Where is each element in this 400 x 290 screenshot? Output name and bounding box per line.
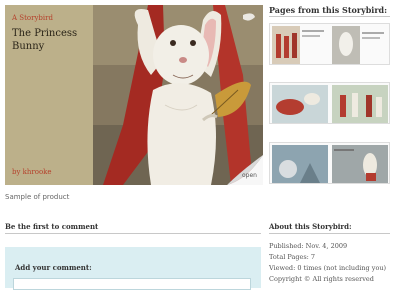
view-count: Viewed: 0 times (not including you) <box>269 264 387 272</box>
add-comment-label: Add your comment: <box>15 263 92 272</box>
comment-form: Add your comment: <box>5 247 261 290</box>
page-thumbnail[interactable] <box>269 142 390 184</box>
comment-input[interactable] <box>13 278 251 290</box>
page-spread-image <box>270 24 389 64</box>
page-spread-image <box>270 143 389 183</box>
open-link[interactable]: open <box>242 172 257 179</box>
page-thumbnail[interactable] <box>269 82 390 124</box>
divider <box>269 16 390 17</box>
book-cover[interactable]: A Storybird The Princess Bunny by khrook… <box>5 5 93 185</box>
storybird-book-preview[interactable]: A Storybird The Princess Bunny by khrook… <box>5 5 263 185</box>
storybird-tag: A Storybird <box>12 14 53 22</box>
copyright-notice: Copyright © All rights reserved <box>269 275 374 283</box>
sample-caption: Sample of product <box>5 193 70 201</box>
page-thumbnail[interactable] <box>269 23 390 65</box>
pages-panel-title: Pages from this Storybird: <box>269 5 388 15</box>
cover-illustration: open <box>93 5 263 185</box>
comments-heading: Be the first to comment <box>5 222 99 231</box>
book-title: The Princess Bunny <box>12 28 78 52</box>
page-spread-image <box>270 83 389 123</box>
page-curl-icon[interactable] <box>227 155 263 185</box>
book-author[interactable]: by khrooke <box>12 168 52 176</box>
published-date: Published: Nov. 4, 2009 <box>269 242 348 250</box>
total-pages: Total Pages: 7 <box>269 253 316 261</box>
divider <box>5 233 261 234</box>
divider <box>269 233 390 234</box>
about-heading: About this Storybird: <box>269 222 352 231</box>
